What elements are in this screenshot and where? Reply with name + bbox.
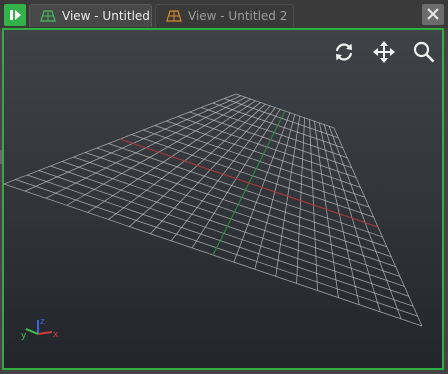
axis-gizmo: y x z bbox=[21, 317, 58, 341]
3d-viewport[interactable]: y x z bbox=[2, 28, 444, 370]
z-axis-label: z bbox=[40, 317, 45, 327]
viewport-window: View - Untitled View - Untitled 2 y x z bbox=[0, 0, 448, 374]
tab-label: View - Untitled 2 bbox=[188, 9, 288, 23]
panel-toggle-icon bbox=[10, 10, 21, 20]
close-button[interactable] bbox=[422, 4, 444, 25]
zoom-icon[interactable] bbox=[412, 40, 436, 64]
x-axis-label: x bbox=[53, 330, 58, 340]
y-axis-label: y bbox=[21, 331, 27, 341]
ground-grid bbox=[4, 93, 423, 327]
viewport-icon bbox=[166, 10, 182, 22]
world-x-axis-line bbox=[119, 138, 379, 228]
panel-toggle-button[interactable] bbox=[4, 4, 26, 26]
pan-icon[interactable] bbox=[372, 40, 396, 64]
tab-label: View - Untitled bbox=[62, 9, 150, 23]
tab-view-untitled[interactable]: View - Untitled bbox=[29, 4, 152, 27]
orbit-icon[interactable] bbox=[332, 40, 356, 64]
y-axis-line bbox=[25, 328, 39, 335]
viewport-icon bbox=[40, 10, 56, 22]
resize-grip[interactable] bbox=[0, 150, 2, 164]
close-icon bbox=[427, 8, 439, 20]
x-axis-line bbox=[37, 331, 53, 335]
tab-view-untitled-2[interactable]: View - Untitled 2 bbox=[155, 4, 294, 27]
tab-bar: View - Untitled View - Untitled 2 bbox=[0, 0, 448, 28]
